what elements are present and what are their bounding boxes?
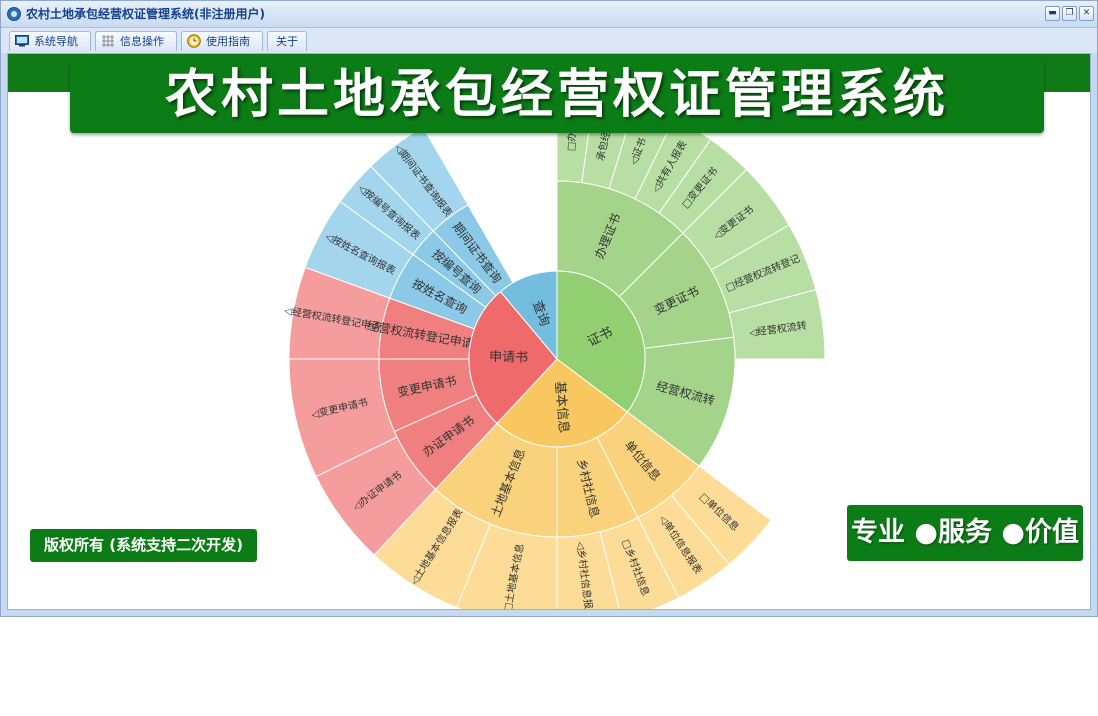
system-banner: 农村土地承包经营权证管理系统 bbox=[70, 60, 1044, 133]
copyright-badge: 版权所有 (系统支持二次开发) bbox=[30, 529, 257, 562]
window-title: 农村土地承包经营权证管理系统(非注册用户) bbox=[26, 7, 265, 21]
tab-bar: 系统导航 信息操作 使用指南 关于 bbox=[1, 28, 1097, 53]
tab-label: 系统导航 bbox=[34, 35, 78, 48]
grid-icon bbox=[102, 35, 114, 47]
close-button[interactable]: ✕ bbox=[1079, 6, 1094, 21]
navigation-panel: □办理 承包经营 ◁证书 ◁共有人报表 □变更证书 ◁变更证书 □经营权流转登记 ◁经营权流转… bbox=[7, 53, 1091, 610]
minimize-button[interactable]: ▬ bbox=[1045, 6, 1060, 21]
tab-user-guide[interactable]: 使用指南 bbox=[181, 31, 263, 51]
tab-about[interactable]: 关于 bbox=[267, 31, 307, 51]
slogan-badge: 专业 ●服务 ●价值 bbox=[847, 505, 1083, 561]
tab-info-operation[interactable]: 信息操作 bbox=[95, 31, 177, 51]
restore-button[interactable]: ❐ bbox=[1062, 6, 1077, 21]
system-title: 农村土地承包经营权证管理系统 bbox=[164, 65, 949, 125]
tab-label: 关于 bbox=[276, 35, 298, 48]
title-bar[interactable]: 农村土地承包经营权证管理系统(非注册用户) ▬ ❐ ✕ bbox=[1, 1, 1097, 28]
sunburst-category-label: 申请书 bbox=[489, 350, 528, 366]
clock-icon bbox=[187, 34, 201, 48]
monitor-icon bbox=[15, 35, 29, 47]
tab-system-navigation[interactable]: 系统导航 bbox=[9, 31, 91, 51]
tab-label: 使用指南 bbox=[206, 35, 250, 48]
app-logo-icon bbox=[7, 7, 21, 21]
tab-label: 信息操作 bbox=[120, 35, 164, 48]
app-window: 农村土地承包经营权证管理系统(非注册用户) ▬ ❐ ✕ 系统导航 信息操作 使用… bbox=[0, 0, 1098, 617]
